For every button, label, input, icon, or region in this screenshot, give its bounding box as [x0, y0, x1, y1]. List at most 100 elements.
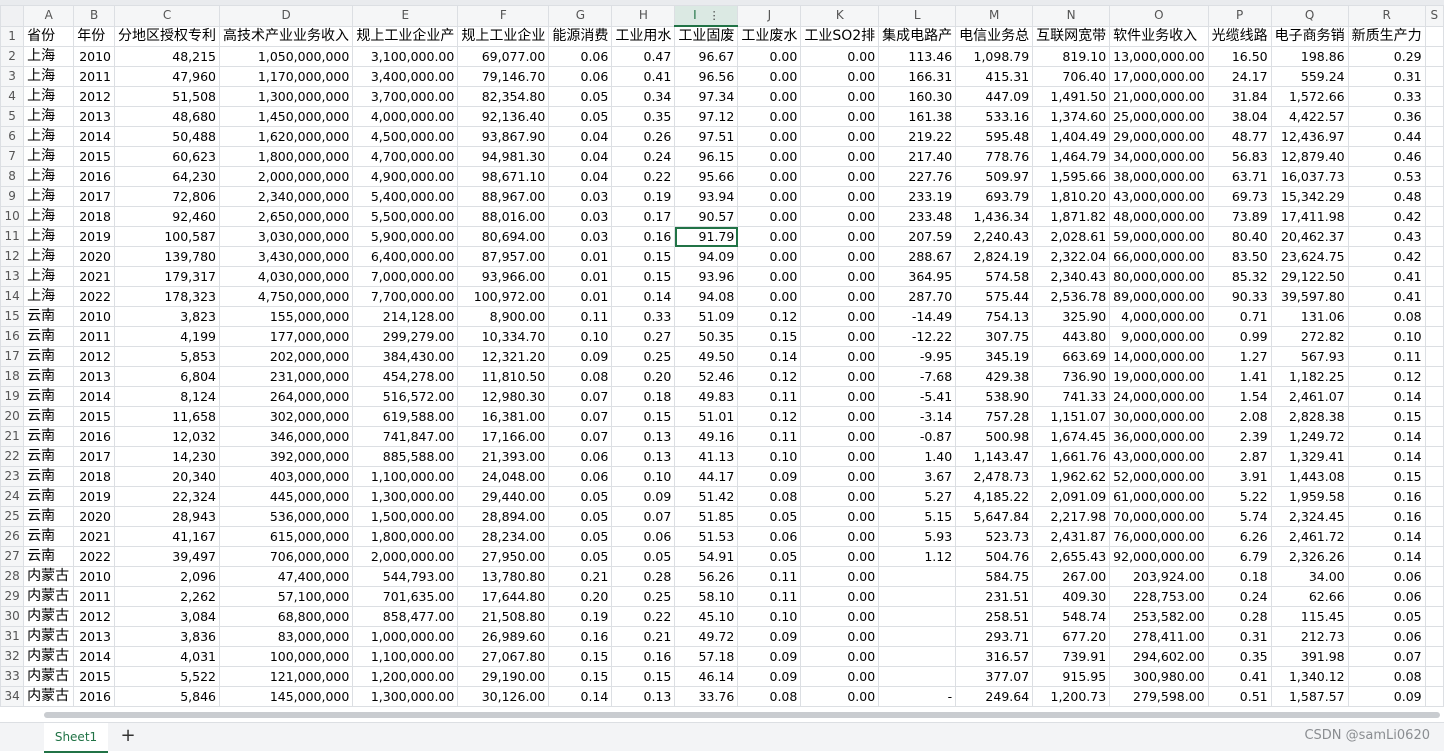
cell-p25[interactable]: 5.74: [1207, 506, 1272, 527]
cell-n28[interactable]: 267.00: [1032, 566, 1111, 587]
cell-b9[interactable]: 2017: [73, 186, 116, 207]
cell-a15[interactable]: 云南: [23, 306, 75, 327]
cell-m18[interactable]: 429.38: [955, 366, 1034, 387]
cell-s2[interactable]: [1424, 46, 1444, 67]
cell-b19[interactable]: 2014: [73, 386, 116, 407]
cell-q9[interactable]: 15,342.29: [1270, 186, 1349, 207]
cell-a24[interactable]: 云南: [23, 486, 75, 507]
column-header-o[interactable]: O: [1109, 5, 1209, 27]
cell-p18[interactable]: 1.41: [1207, 366, 1272, 387]
cell-r13[interactable]: 0.41: [1347, 266, 1426, 287]
cell-j32[interactable]: 0.09: [737, 646, 802, 667]
cell-o26[interactable]: 76,000,000.00: [1109, 526, 1209, 547]
cell-m31[interactable]: 293.71: [955, 626, 1034, 647]
cell-p14[interactable]: 90.33: [1207, 286, 1272, 307]
cell-b16[interactable]: 2011: [73, 326, 116, 347]
cell-o1[interactable]: 软件业务收入: [1109, 25, 1209, 47]
cell-e24[interactable]: 1,300,000.00: [352, 486, 459, 507]
cell-g17[interactable]: 0.09: [548, 346, 613, 367]
cell-c28[interactable]: 2,096: [114, 566, 221, 587]
row-header[interactable]: 19: [0, 386, 25, 407]
cell-m14[interactable]: 575.44: [955, 286, 1034, 307]
row-header[interactable]: 33: [0, 666, 25, 687]
cell-f19[interactable]: 12,980.30: [457, 386, 550, 407]
cell-h9[interactable]: 0.19: [611, 186, 676, 207]
cell-q28[interactable]: 34.00: [1270, 566, 1349, 587]
column-header-e[interactable]: E: [352, 5, 459, 27]
cell-f12[interactable]: 87,957.00: [457, 246, 550, 267]
add-sheet-button[interactable]: +: [117, 725, 139, 747]
cell-k5[interactable]: 0.00: [800, 106, 880, 127]
cell-g24[interactable]: 0.05: [548, 486, 613, 507]
cell-i8[interactable]: 95.66: [674, 166, 739, 187]
cell-q30[interactable]: 115.45: [1270, 606, 1349, 627]
cell-s9[interactable]: [1424, 186, 1444, 207]
row-header[interactable]: 21: [0, 426, 25, 447]
cell-k17[interactable]: 0.00: [800, 346, 880, 367]
cell-h28[interactable]: 0.28: [611, 566, 676, 587]
cell-f4[interactable]: 82,354.80: [457, 86, 550, 107]
cell-h1[interactable]: 工业用水: [611, 25, 676, 47]
cell-r11[interactable]: 0.43: [1347, 226, 1426, 247]
cell-o17[interactable]: 14,000,000.00: [1109, 346, 1209, 367]
cell-s18[interactable]: [1424, 366, 1444, 387]
cell-k11[interactable]: 0.00: [800, 226, 880, 247]
cell-p26[interactable]: 6.26: [1207, 526, 1272, 547]
cell-h20[interactable]: 0.15: [611, 406, 676, 427]
column-header-f[interactable]: F: [457, 5, 550, 27]
row-header[interactable]: 15: [0, 306, 25, 327]
cell-a27[interactable]: 云南: [23, 546, 75, 567]
cell-c29[interactable]: 2,262: [114, 586, 221, 607]
cell-d14[interactable]: 4,750,000,000: [219, 286, 354, 307]
cell-r16[interactable]: 0.10: [1347, 326, 1426, 347]
row-header[interactable]: 9: [0, 186, 25, 207]
cell-c32[interactable]: 4,031: [114, 646, 221, 667]
row-header[interactable]: 10: [0, 206, 25, 227]
cell-i32[interactable]: 57.18: [674, 646, 739, 667]
column-header-k[interactable]: K: [800, 5, 880, 27]
cell-k19[interactable]: 0.00: [800, 386, 880, 407]
column-header-l[interactable]: L: [878, 5, 957, 27]
cell-q21[interactable]: 1,249.72: [1270, 426, 1349, 447]
cell-q22[interactable]: 1,329.41: [1270, 446, 1349, 467]
cell-e15[interactable]: 214,128.00: [352, 306, 459, 327]
cell-s26[interactable]: [1424, 526, 1444, 547]
cell-f1[interactable]: 规上工业企业: [457, 25, 550, 47]
cell-o34[interactable]: 279,598.00: [1109, 686, 1209, 707]
cell-l22[interactable]: 1.40: [878, 446, 957, 467]
cell-q16[interactable]: 272.82: [1270, 326, 1349, 347]
cell-l25[interactable]: 5.15: [878, 506, 957, 527]
cell-h17[interactable]: 0.25: [611, 346, 676, 367]
column-header-r[interactable]: R: [1347, 5, 1426, 27]
cell-j30[interactable]: 0.10: [737, 606, 802, 627]
cell-q3[interactable]: 559.24: [1270, 66, 1349, 87]
select-all-corner[interactable]: [0, 5, 25, 27]
cell-g18[interactable]: 0.08: [548, 366, 613, 387]
cell-b7[interactable]: 2015: [73, 146, 116, 167]
cell-i9[interactable]: 93.94: [674, 186, 739, 207]
cell-e18[interactable]: 454,278.00: [352, 366, 459, 387]
cell-f11[interactable]: 80,694.00: [457, 226, 550, 247]
cell-q20[interactable]: 2,828.38: [1270, 406, 1349, 427]
cell-l28[interactable]: [878, 566, 957, 587]
cell-j25[interactable]: 0.05: [737, 506, 802, 527]
cell-p15[interactable]: 0.71: [1207, 306, 1272, 327]
cell-c1[interactable]: 分地区授权专利: [114, 25, 221, 47]
cell-j4[interactable]: 0.00: [737, 86, 802, 107]
cell-r1[interactable]: 新质生产力: [1347, 25, 1426, 47]
cell-j16[interactable]: 0.15: [737, 326, 802, 347]
cell-m21[interactable]: 500.98: [955, 426, 1034, 447]
row-header[interactable]: 28: [0, 566, 25, 587]
cell-l21[interactable]: -0.87: [878, 426, 957, 447]
cell-a26[interactable]: 云南: [23, 526, 75, 547]
cell-i25[interactable]: 51.85: [674, 506, 739, 527]
cell-o28[interactable]: 203,924.00: [1109, 566, 1209, 587]
cell-a12[interactable]: 上海: [23, 246, 75, 267]
cell-f22[interactable]: 21,393.00: [457, 446, 550, 467]
cell-c24[interactable]: 22,324: [114, 486, 221, 507]
cell-i4[interactable]: 97.34: [674, 86, 739, 107]
cell-s7[interactable]: [1424, 146, 1444, 167]
row-header[interactable]: 32: [0, 646, 25, 667]
cell-i3[interactable]: 96.56: [674, 66, 739, 87]
cell-c15[interactable]: 3,823: [114, 306, 221, 327]
